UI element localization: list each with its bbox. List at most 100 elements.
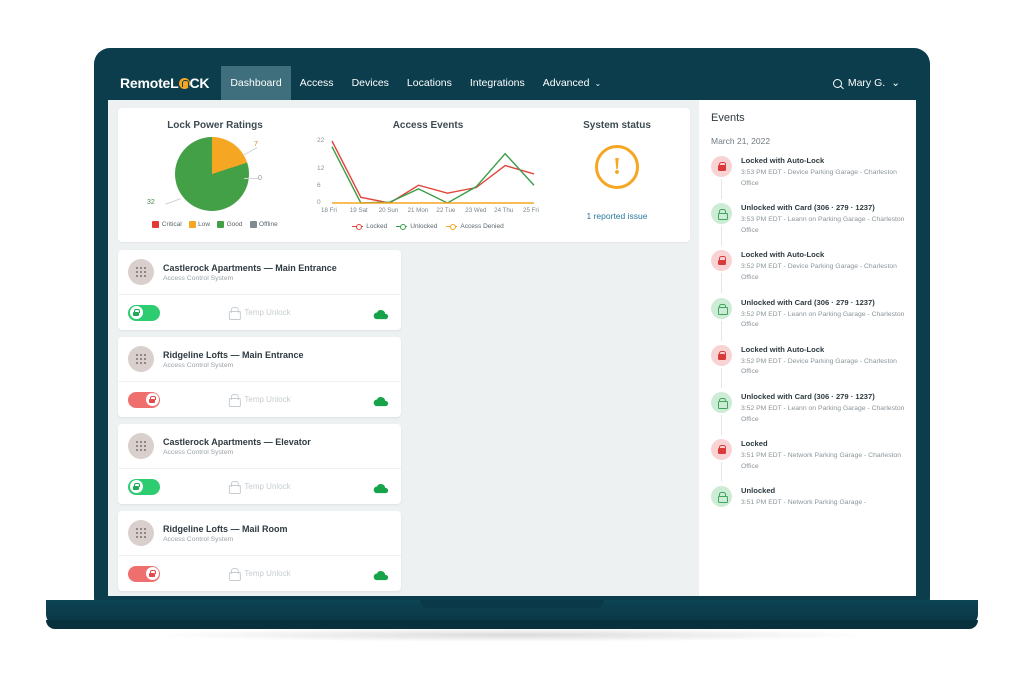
nav-item-access[interactable]: Access (291, 66, 343, 100)
device-card-controls: Temp Unlock (118, 468, 401, 504)
event-meta: 3:52 PM EDT - Device Parking Garage - Ch… (741, 263, 897, 281)
cloud-icon[interactable] (373, 394, 389, 407)
event-locked-icon (711, 344, 732, 366)
nav-item-locations[interactable]: Locations (398, 66, 461, 100)
event-unlocked-icon (711, 203, 732, 225)
lock-toggle[interactable] (128, 391, 160, 408)
legend-label-access-denied: Access Denied (460, 223, 504, 230)
event-body: Locked with Auto-Lock 3:52 PM EDT - Devi… (741, 345, 906, 378)
event-list-item[interactable]: Locked 3:51 PM EDT - Network Parking Gar… (711, 439, 906, 483)
legend-label-good: Good (226, 221, 243, 228)
device-subtitle: Access Control System (163, 274, 234, 282)
laptop-shadow (150, 628, 874, 642)
lock-icon (717, 209, 728, 221)
event-body: Locked with Auto-Lock 3:52 PM EDT - Devi… (741, 250, 906, 283)
device-card[interactable]: Ridgeline Lofts — Main Entrance Access C… (118, 337, 401, 417)
y-axis-tick: 12 (317, 165, 325, 173)
pie-slices (175, 137, 249, 211)
pie-leader-offline (244, 178, 258, 179)
lock-toggle[interactable] (128, 478, 160, 495)
lock-toggle[interactable] (128, 565, 160, 582)
toggle-knob (145, 567, 159, 580)
nav-item-dashboard[interactable]: Dashboard (221, 66, 291, 100)
event-headline: Locked with Auto-Lock (741, 156, 825, 165)
system-status-panel: System status ! 1 reported issue (544, 114, 690, 242)
brand-lock-icon (178, 78, 190, 89)
app-screen: RemoteL CK Dashboard Access Devices Locat… (108, 66, 916, 596)
nav-item-devices[interactable]: Devices (343, 66, 398, 100)
nav-item-advanced[interactable]: Advanced ⌄ (534, 66, 610, 100)
temp-unlock-label: Temp Unlock (244, 395, 291, 404)
nav-item-integrations[interactable]: Integrations (461, 66, 534, 100)
nav-label-integrations: Integrations (469, 77, 525, 89)
event-meta: 3:51 PM EDT - Network Parking Garage - (741, 499, 867, 507)
temp-unlock-button[interactable]: Temp Unlock (228, 394, 291, 407)
temp-unlock-button[interactable]: Temp Unlock (228, 307, 291, 320)
device-card-controls: Temp Unlock (118, 381, 401, 417)
device-card-header: Ridgeline Lofts — Main Entrance Access C… (118, 337, 401, 381)
brand-text-pre: Remote (120, 75, 171, 91)
pie-label-offline: 0 (258, 175, 262, 182)
event-locked-icon (711, 250, 732, 272)
device-card-grid: Castlerock Apartments — Main Entrance Ac… (118, 250, 690, 596)
event-list-item[interactable]: Unlocked with Card (306 · 279 · 1237) 3:… (711, 203, 906, 247)
events-panel[interactable]: Events March 21, 2022 Locked with Auto-L… (698, 100, 916, 596)
nav-label-locations: Locations (406, 77, 452, 89)
remotelock-logo[interactable]: RemoteL CK (120, 75, 210, 91)
brand-text-l: L (170, 75, 179, 91)
event-timeline-connector (721, 367, 722, 388)
device-title: Ridgeline Lofts — Mail Room (163, 523, 288, 534)
cloud-icon[interactable] (373, 307, 389, 320)
laptop-notch (420, 600, 604, 608)
event-list-item[interactable]: Unlocked with Card (306 · 279 · 1237) 3:… (711, 391, 906, 435)
device-card-text: Ridgeline Lofts — Mail Room Access Contr… (163, 524, 288, 543)
keypad-icon (136, 267, 146, 277)
reported-issue-link[interactable]: 1 reported issue (544, 211, 690, 221)
lock-toggle[interactable] (128, 304, 160, 321)
search-icon[interactable] (832, 78, 842, 88)
device-card-controls: Temp Unlock (118, 294, 401, 330)
x-axis-tick: 18 Fri (321, 207, 337, 214)
device-card[interactable]: Ridgeline Lofts — Mail Room Access Contr… (118, 511, 401, 591)
device-card-text: Ridgeline Lofts — Main Entrance Access C… (163, 350, 304, 369)
device-card-text: Castlerock Apartments — Elevator Access … (163, 437, 311, 456)
event-list-item[interactable]: Unlocked with Card (306 · 279 · 1237) 3:… (711, 297, 906, 341)
brand-text-post: CK (189, 75, 210, 91)
events-date: March 21, 2022 (711, 136, 771, 146)
event-unlocked-icon (711, 297, 732, 319)
device-card[interactable]: Castlerock Apartments — Main Entrance Ac… (118, 250, 401, 330)
pie-label-low: 7 (254, 141, 258, 148)
legend-item-unlocked: Unlocked (396, 223, 437, 230)
cloud-icon[interactable] (373, 481, 389, 494)
event-list-item[interactable]: Locked with Auto-Lock 3:52 PM EDT - Devi… (711, 344, 906, 388)
device-type-icon (128, 433, 154, 459)
legend-dash-access-denied (446, 224, 458, 230)
event-list-item[interactable]: Locked with Auto-Lock 3:53 PM EDT - Devi… (711, 156, 906, 199)
legend-item-offline: Offline (249, 221, 278, 228)
device-title: Castlerock Apartments — Elevator (163, 436, 311, 447)
toggle-knob (129, 306, 143, 319)
temp-unlock-button[interactable]: Temp Unlock (228, 481, 291, 494)
event-list-item[interactable]: Locked with Auto-Lock 3:52 PM EDT - Devi… (711, 250, 906, 294)
event-headline: Unlocked with Card (306 · 279 · 1237) (741, 203, 875, 213)
event-timeline-connector (721, 462, 722, 483)
lock-icon (228, 568, 241, 581)
chevron-down-icon[interactable]: ⌄ (891, 77, 900, 89)
device-subtitle: Access Control System (163, 535, 234, 543)
legend-dash-locked (352, 224, 364, 230)
summary-card: Lock Power Ratings 7 0 32 Critical Low G… (118, 108, 690, 242)
device-type-icon (128, 520, 154, 546)
device-card[interactable]: Castlerock Apartments — Elevator Access … (118, 424, 401, 504)
cloud-icon[interactable] (373, 568, 389, 581)
lock-icon (717, 492, 728, 504)
legend-item-locked: Locked (352, 223, 387, 230)
events-list: Locked with Auto-Lock 3:53 PM EDT - Devi… (711, 156, 906, 509)
event-unlocked-icon (711, 391, 732, 413)
temp-unlock-button[interactable]: Temp Unlock (228, 568, 291, 581)
legend-label-low: Low (198, 221, 211, 228)
event-list-item[interactable]: Unlocked 3:51 PM EDT - Network Parking G… (711, 486, 906, 509)
temp-unlock-label: Temp Unlock (244, 308, 291, 317)
event-body: Locked 3:51 PM EDT - Network Parking Gar… (741, 439, 906, 472)
lock-icon (717, 445, 726, 455)
lock-icon (717, 350, 726, 360)
